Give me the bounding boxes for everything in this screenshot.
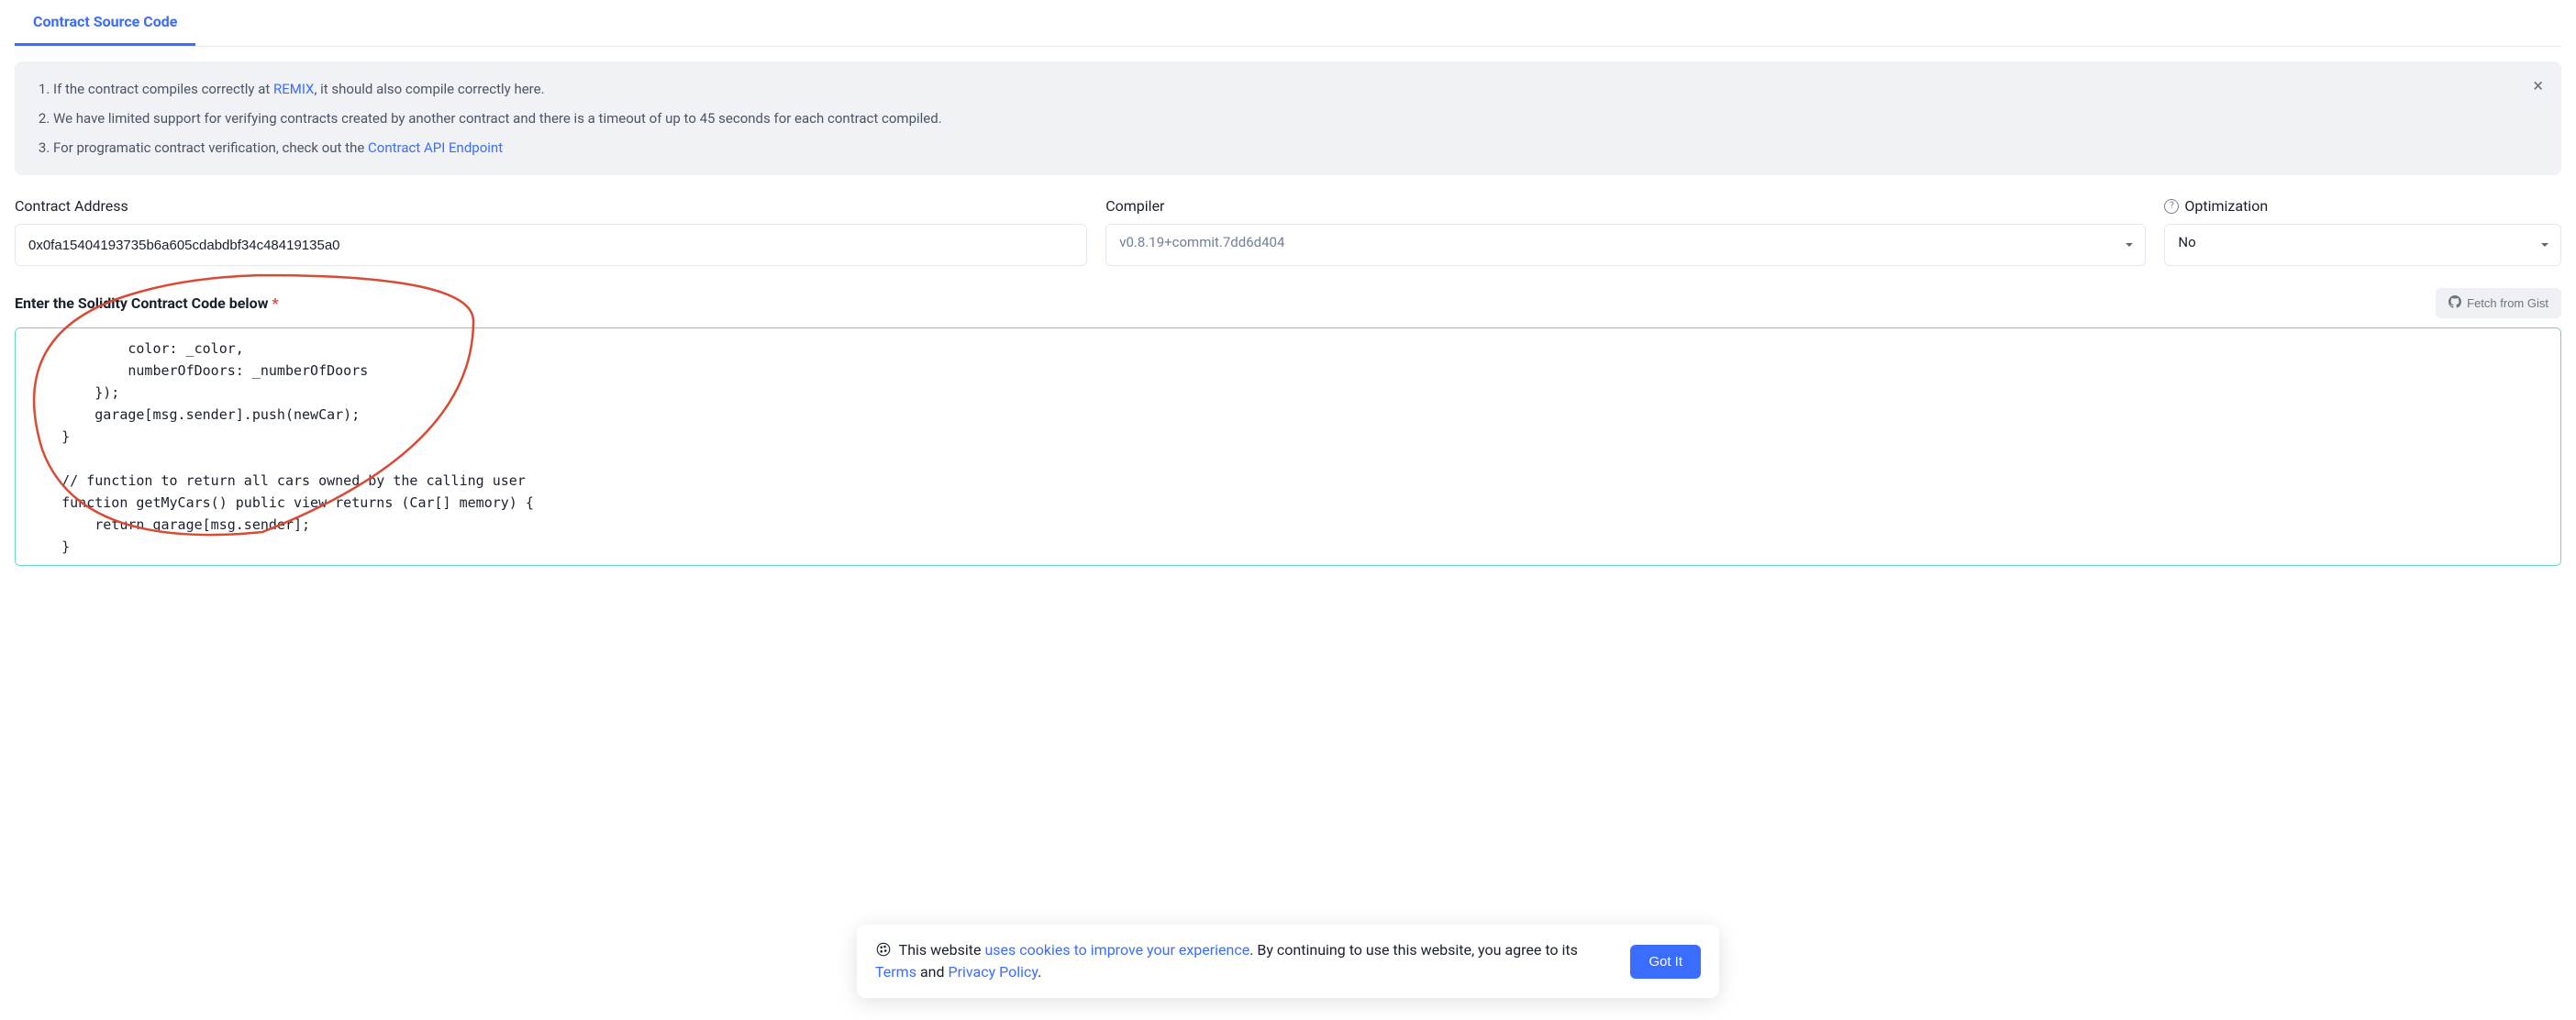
- contract-address-label: Contract Address: [15, 197, 1087, 215]
- compiler-select[interactable]: v0.8.19+commit.7dd6d404: [1105, 224, 2146, 266]
- privacy-policy-link[interactable]: Privacy Policy: [948, 963, 1038, 981]
- info-item-1-suffix: , it should also compile correctly here.: [314, 81, 544, 97]
- help-icon[interactable]: ?: [2164, 199, 2179, 214]
- contract-api-endpoint-link[interactable]: Contract API Endpoint: [368, 139, 503, 156]
- tab-bar: Contract Source Code: [15, 0, 2561, 47]
- contract-address-input[interactable]: [15, 224, 1087, 266]
- optimization-label-text: Optimization: [2184, 197, 2268, 215]
- info-notice-box: × If the contract compiles correctly at …: [15, 61, 2561, 175]
- cookie-text: This website uses cookies to improve you…: [875, 939, 1608, 983]
- compiler-label: Compiler: [1105, 197, 2146, 215]
- info-item-3-prefix: For programatic contract verification, c…: [53, 139, 368, 156]
- tab-contract-source-code[interactable]: Contract Source Code: [15, 0, 195, 46]
- cookie-banner: This website uses cookies to improve you…: [857, 925, 1719, 998]
- got-it-button[interactable]: Got It: [1630, 945, 1701, 979]
- info-item-3: For programatic contract verification, c…: [53, 137, 2539, 159]
- info-item-1: If the contract compiles correctly at RE…: [53, 78, 2539, 100]
- remix-link[interactable]: REMIX: [273, 81, 314, 97]
- optimization-select[interactable]: No: [2164, 224, 2561, 266]
- solidity-code-label: Enter the Solidity Contract Code below *: [15, 294, 279, 312]
- cookies-link[interactable]: uses cookies to improve your experience: [984, 941, 1249, 959]
- cookie-icon: [875, 941, 899, 959]
- terms-link[interactable]: Terms: [875, 963, 916, 981]
- fetch-from-gist-button[interactable]: Fetch from Gist: [2436, 288, 2561, 318]
- close-icon[interactable]: ×: [2529, 72, 2547, 98]
- solidity-code-textarea[interactable]: color: _color, numberOfDoors: _numberOfD…: [15, 327, 2561, 566]
- info-item-1-prefix: If the contract compiles correctly at: [53, 81, 273, 97]
- fetch-from-gist-label: Fetch from Gist: [2467, 296, 2548, 310]
- optimization-label: ? Optimization: [2164, 197, 2561, 215]
- required-mark: *: [272, 294, 278, 312]
- github-icon: [2448, 295, 2461, 311]
- info-item-2: We have limited support for verifying co…: [53, 107, 2539, 129]
